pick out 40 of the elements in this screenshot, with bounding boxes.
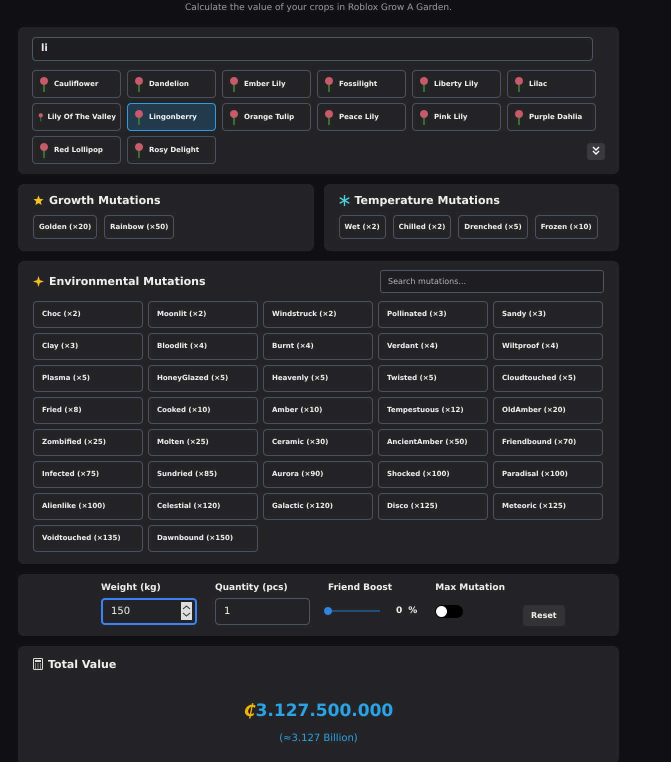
plant-icon [37,76,51,92]
plant-icon [322,76,336,92]
field-label: Friend Boost [328,582,394,592]
page-caption: Calculate the value of your crops in Roblox Grow A Garden. [184,2,453,14]
double-chevron-down-icon [591,146,601,156]
section-title: Temperature Mutations [354,194,500,206]
calculator-icon [33,658,43,670]
plant-icon [512,76,526,92]
quantity-field[interactable]: 1 [215,598,310,624]
field-label: Weight (kg) [101,582,162,592]
field-label: Max Mutation [435,582,505,592]
percent-unit: % [408,606,418,616]
reset-button[interactable]: Reset [522,604,565,626]
approx-value: (≈3.127 Billion) [278,732,359,744]
plant-icon [322,108,336,124]
sparkles-icon [33,276,44,286]
field-label: Quantity (pcs) [215,582,289,592]
plant-icon [132,76,146,92]
total-amount: ₵3.127.500.000 [242,700,394,720]
snowflake-icon [338,194,350,206]
star-icon [33,194,44,206]
plant-icon [37,142,51,158]
expand-button[interactable] [587,142,605,160]
slider-thumb[interactable] [324,607,332,615]
plant-icon [132,142,146,158]
spinner-icon[interactable] [181,602,192,620]
plant-icon [417,108,431,124]
crop-search-field[interactable]: li [32,36,593,60]
max-mutation-toggle[interactable] [435,604,464,618]
plant-icon [227,108,241,124]
section-title: Growth Mutations [49,194,161,206]
weight-field[interactable]: 150 [101,598,197,624]
boost-value: 0 [396,606,402,616]
plant-icon [132,108,146,124]
plant-icon [417,76,431,92]
plant-icon [512,108,526,124]
section-title: Environmental Mutations [49,274,206,288]
plant-icon [227,76,241,92]
section-title: Total Value [48,658,116,670]
mutation-search-field[interactable]: Search mutations... [380,270,604,292]
